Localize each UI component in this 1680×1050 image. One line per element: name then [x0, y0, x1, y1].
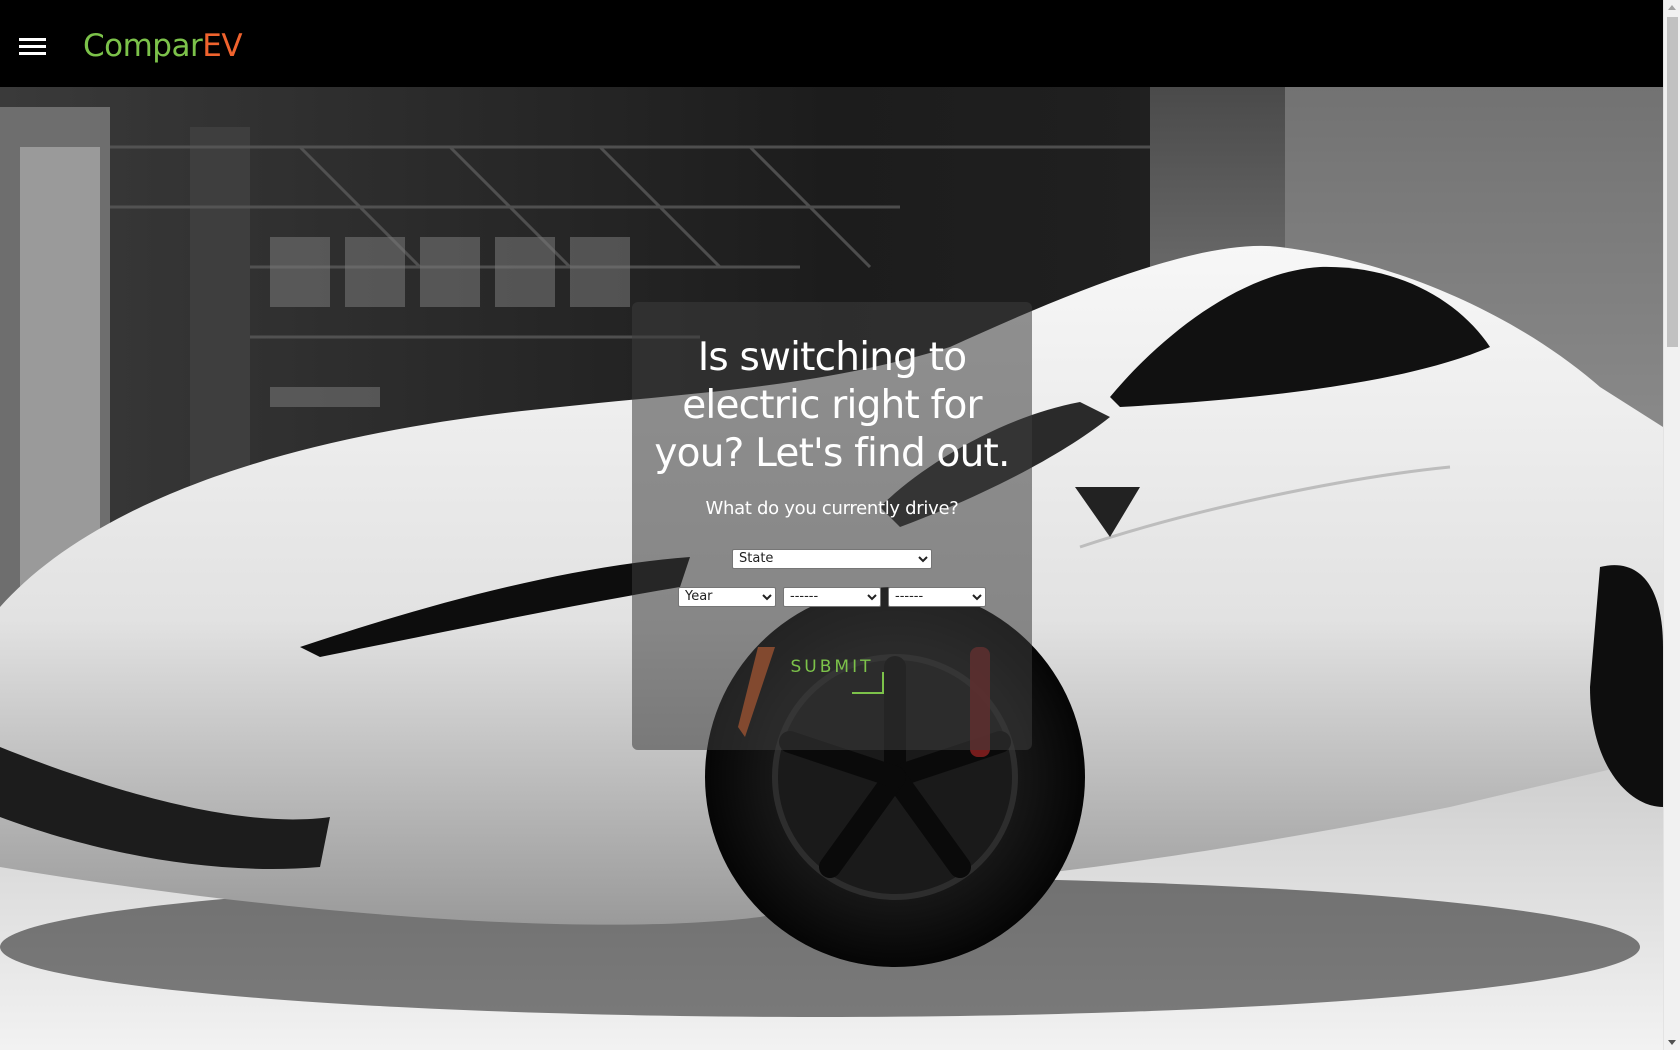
- submit-wrapper: SUBMIT: [777, 651, 887, 694]
- top-navbar: ComparEV: [0, 0, 1663, 87]
- brand-logo[interactable]: ComparEV: [83, 24, 243, 68]
- submit-corner-decoration: [852, 671, 884, 694]
- scroll-up-arrow-icon[interactable]: [1668, 5, 1676, 10]
- subheadline: What do you currently drive?: [705, 498, 959, 519]
- ev-survey-card: Is switching to electric right for you? …: [632, 302, 1032, 750]
- brand-name-part2: EV: [202, 28, 243, 64]
- brand-name-part1: Compar: [83, 28, 203, 64]
- scrollbar-thumb[interactable]: [1667, 17, 1678, 347]
- scroll-down-arrow-icon[interactable]: [1668, 1040, 1676, 1045]
- headline: Is switching to electric right for you? …: [654, 335, 1010, 476]
- state-row: State: [632, 547, 1032, 569]
- model-select[interactable]: ------: [888, 586, 986, 607]
- page: ComparEV Is switching to electric right …: [0, 0, 1680, 1050]
- hamburger-icon[interactable]: [19, 38, 46, 58]
- vehicle-select-row: Year ------ ------: [632, 586, 1032, 607]
- state-select[interactable]: State: [732, 548, 932, 569]
- make-select[interactable]: ------: [783, 586, 881, 607]
- vertical-scrollbar[interactable]: [1663, 0, 1680, 1050]
- year-select[interactable]: Year: [678, 586, 776, 607]
